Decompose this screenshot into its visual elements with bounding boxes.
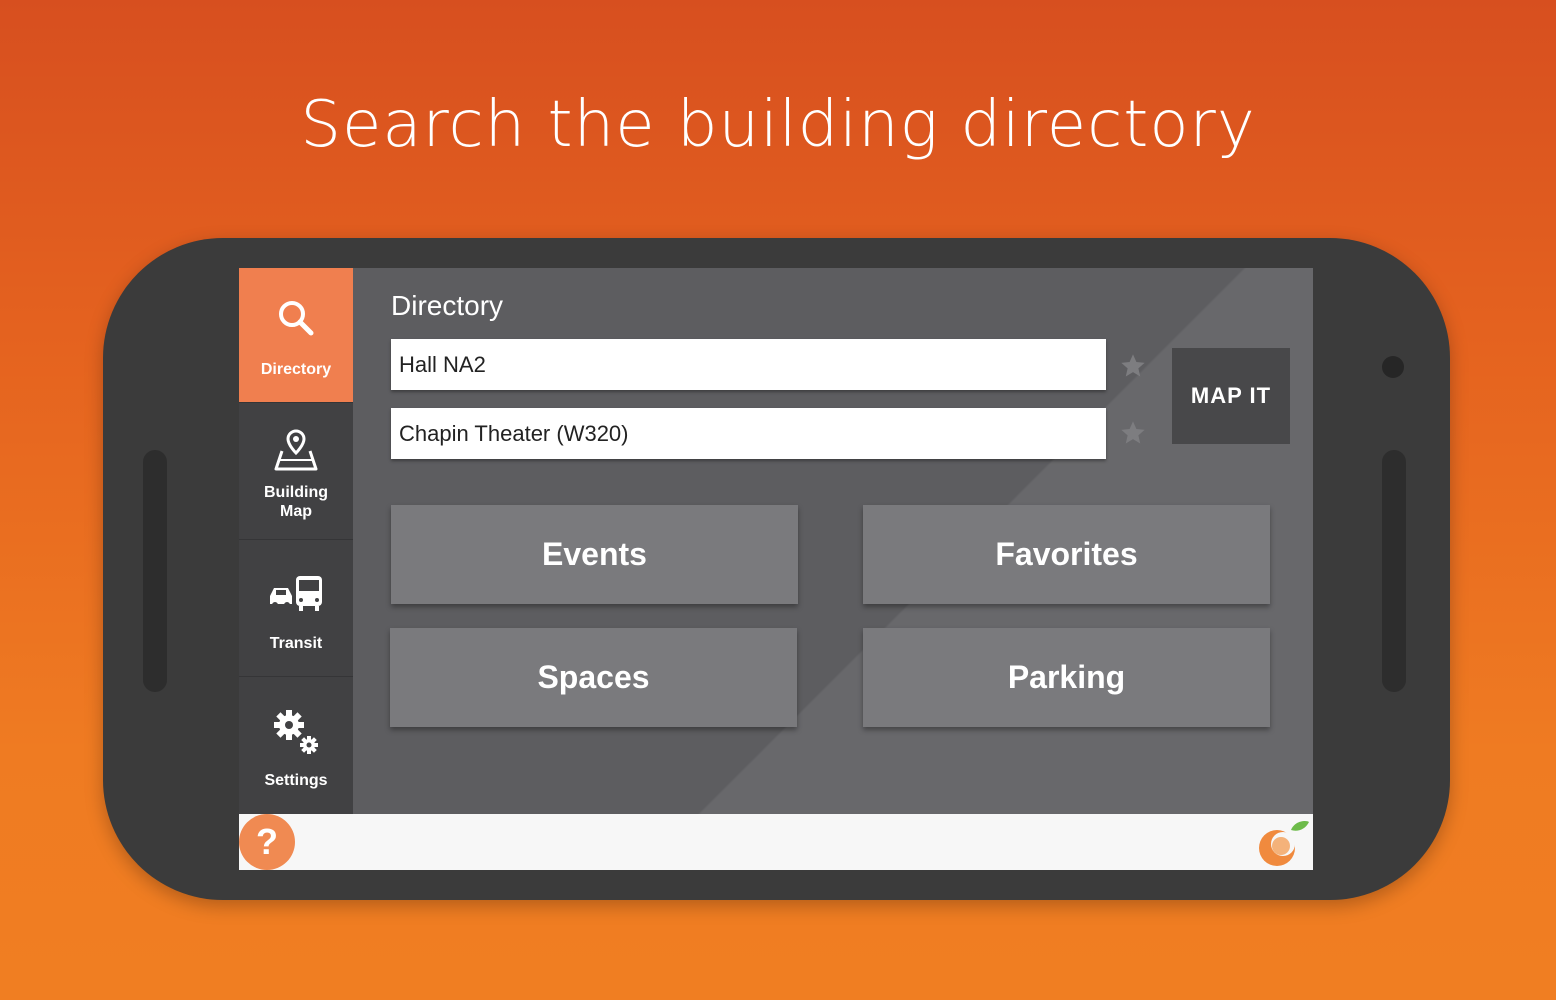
parking-button[interactable]: Parking: [863, 628, 1270, 727]
sidebar-nav: Directory Building Map Transit Settings: [239, 268, 353, 814]
page-title: Directory: [391, 290, 504, 321]
from-location-input[interactable]: [391, 339, 1106, 390]
sidebar-item-label: Building: [264, 484, 328, 501]
sidebar-item-building-map[interactable]: Building Map: [239, 403, 353, 539]
phone-speaker-right: [1382, 450, 1406, 692]
phone-camera: [1382, 356, 1404, 378]
map-pin-icon: [239, 429, 353, 478]
sidebar-item-settings[interactable]: Settings: [239, 677, 353, 814]
sidebar-item-directory[interactable]: Directory: [239, 268, 353, 402]
bottom-bar: ?: [239, 814, 1313, 870]
map-it-button[interactable]: MAP IT: [1172, 348, 1290, 444]
search-icon: [239, 298, 353, 343]
page-headline: Search the building directory: [300, 88, 1256, 162]
orange-logo-icon: [1255, 818, 1311, 868]
sidebar-item-transit[interactable]: Transit: [239, 540, 353, 676]
sidebar-item-label: Directory: [260, 361, 332, 378]
favorites-button[interactable]: Favorites: [863, 505, 1270, 604]
events-button[interactable]: Events: [391, 505, 798, 604]
transit-icon: [239, 574, 353, 617]
gear-icon: [239, 707, 353, 762]
help-button[interactable]: ?: [239, 814, 295, 870]
spaces-button[interactable]: Spaces: [390, 628, 797, 727]
sidebar-item-label: Map: [280, 503, 312, 520]
to-location-input[interactable]: [391, 408, 1106, 459]
sidebar-item-label: Settings: [264, 772, 328, 789]
app-screen: Directory Building Map Transit Settings …: [239, 268, 1313, 870]
sidebar-item-label: Transit: [269, 635, 323, 652]
phone-speaker-left: [143, 450, 167, 692]
favorite-star-icon[interactable]: [1119, 352, 1147, 380]
favorite-star-icon[interactable]: [1119, 419, 1147, 447]
